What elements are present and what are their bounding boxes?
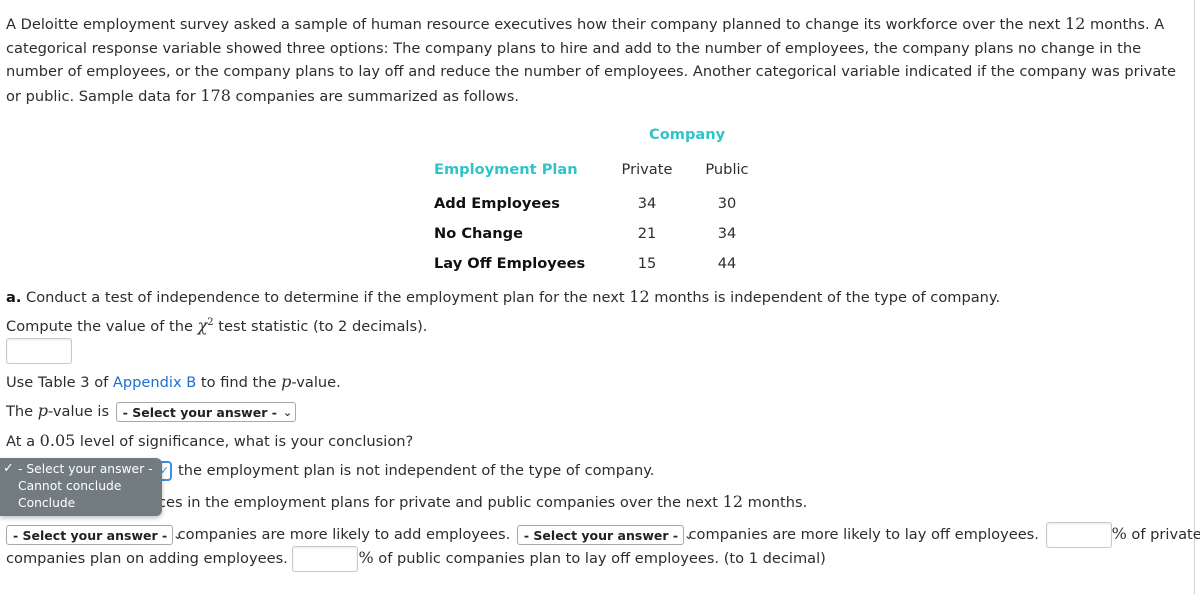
chi-square-input[interactable] (6, 338, 72, 364)
dropdown-option-cannot-conclude[interactable]: Cannot conclude (18, 479, 121, 493)
lay-off-company-select[interactable]: - Select your answer - ⌄ (516, 525, 693, 545)
appendix-instruction: Use Table 3 of Appendix B to find the p-… (6, 372, 341, 391)
conclusion-text-2: ces in the employment plans for private … (158, 492, 808, 511)
dropdown-option-select[interactable]: - Select your answer - (18, 462, 153, 476)
page-scrollbar-edge (1194, 0, 1195, 594)
table-cell: 34 (637, 195, 657, 212)
table-cell: 44 (717, 255, 737, 272)
p-value-select[interactable]: - Select your answer - ⌄ (115, 402, 296, 422)
table-row-header: Employment Plan (434, 161, 578, 178)
table-cell: 15 (637, 255, 657, 272)
public-layoff-percent-input[interactable] (292, 546, 359, 572)
column-header-private: Private (621, 161, 673, 178)
chi-square-prompt: Compute the value of the χ2 test statist… (6, 316, 428, 335)
table-cell: 34 (717, 225, 737, 242)
table-group-header: Company (649, 126, 726, 143)
comparison-row: - Select your answer - ⌄ companies are mo… (6, 522, 1200, 548)
chevron-down-icon: ⌄ (282, 405, 293, 419)
table-cell: 21 (637, 225, 657, 242)
conclusion-dropdown-menu: ✓ - Select your answer - Cannot conclude… (0, 458, 162, 516)
table-row-label: Lay Off Employees (434, 255, 586, 272)
appendix-b-link[interactable]: Appendix B (113, 374, 196, 391)
percent-row: companies plan on adding employees. % of… (6, 546, 826, 572)
significance-question: At a 0.05 level of significance, what is… (6, 431, 414, 450)
conclusion-text-1: the employment plan is not independent o… (178, 462, 655, 479)
add-employees-company-select[interactable]: - Select your answer - ⌄ (6, 525, 182, 545)
part-a-prompt: a. Conduct a test of independence to det… (6, 287, 1001, 306)
problem-statement: A Deloitte employment survey asked a sam… (6, 14, 1176, 106)
chi-square-input-wrap (6, 338, 72, 364)
dropdown-option-conclude[interactable]: Conclude (18, 496, 75, 510)
p-value-row: The p-value is - Select your answer - ⌄ (6, 401, 296, 422)
table-row-label: No Change (434, 225, 524, 242)
table-cell: 30 (717, 195, 737, 212)
checkmark-icon: ✓ (3, 461, 14, 476)
column-header-public: Public (705, 161, 749, 178)
table-row-label: Add Employees (434, 195, 560, 212)
private-add-percent-input[interactable] (1045, 522, 1112, 548)
